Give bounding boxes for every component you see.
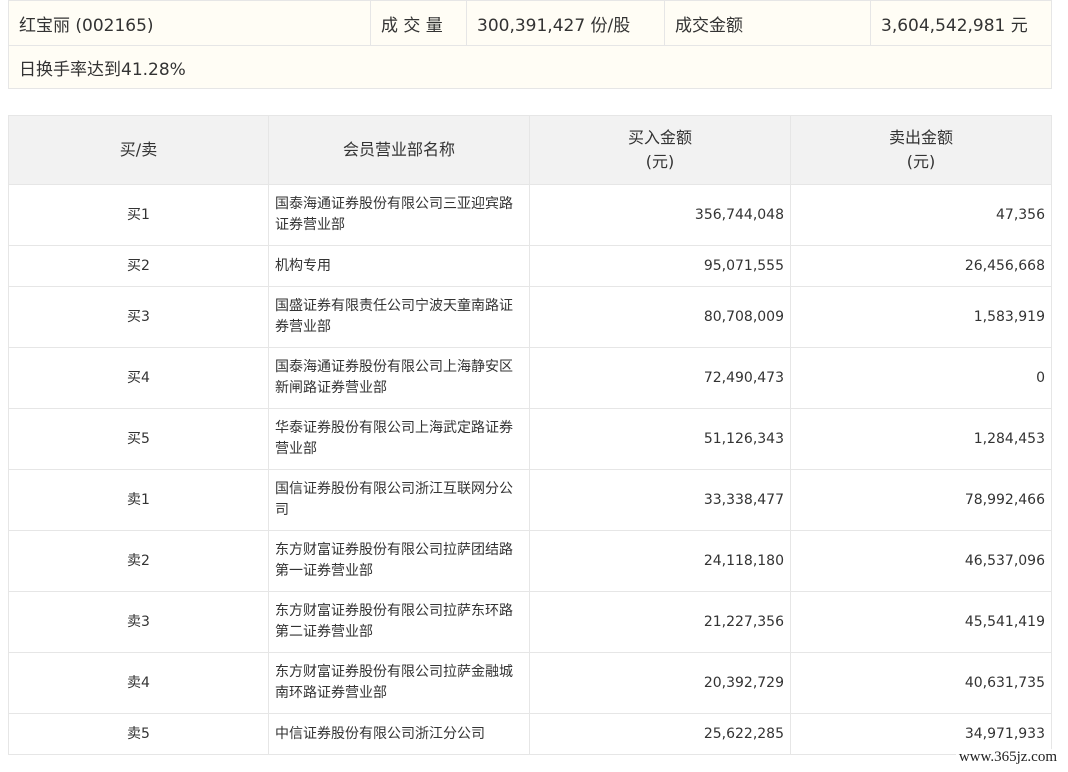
- volume-value: 300,391,427 份/股: [466, 0, 665, 46]
- row-member-name: 中信证券股份有限公司浙江分公司: [268, 713, 530, 755]
- header-buy-unit: (元): [645, 152, 675, 171]
- row-sell-amount: 45,541,419: [790, 591, 1052, 653]
- table-row: 卖4 东方财富证券股份有限公司拉萨金融城南环路证券营业部 20,392,729 …: [8, 652, 1052, 714]
- row-side: 卖5: [8, 713, 269, 755]
- stock-summary-table: 红宝丽 (002165) 成 交 量 300,391,427 份/股 成交金额 …: [8, 0, 1052, 89]
- row-sell-amount: 47,356: [790, 184, 1052, 246]
- row-buy-amount: 356,744,048: [529, 184, 791, 246]
- row-buy-amount: 33,338,477: [529, 469, 791, 531]
- table-row: 买2 机构专用 95,071,555 26,456,668: [8, 245, 1052, 287]
- table-row: 买5 华泰证券股份有限公司上海武定路证券营业部 51,126,343 1,284…: [8, 408, 1052, 470]
- row-buy-amount: 95,071,555: [529, 245, 791, 287]
- site-watermark: www.365jz.com: [955, 749, 1060, 766]
- row-sell-amount: 26,456,668: [790, 245, 1052, 287]
- row-side: 买3: [8, 286, 269, 348]
- row-sell-amount: 0: [790, 347, 1052, 409]
- row-side: 买2: [8, 245, 269, 287]
- row-member-name: 国泰海通证券股份有限公司上海静安区新闸路证券营业部: [268, 347, 530, 409]
- header-buy-amount: 买入金额 (元): [529, 115, 791, 185]
- table-row: 卖2 东方财富证券股份有限公司拉萨团结路第一证券营业部 24,118,180 4…: [8, 530, 1052, 592]
- table-row: 卖1 国信证券股份有限公司浙江互联网分公司 33,338,477 78,992,…: [8, 469, 1052, 531]
- row-buy-amount: 51,126,343: [529, 408, 791, 470]
- row-sell-amount: 46,537,096: [790, 530, 1052, 592]
- amount-label: 成交金额: [664, 0, 871, 46]
- row-buy-amount: 20,392,729: [529, 652, 791, 714]
- row-buy-amount: 21,227,356: [529, 591, 791, 653]
- row-member-name: 东方财富证券股份有限公司拉萨金融城南环路证券营业部: [268, 652, 530, 714]
- amount-value: 3,604,542,981 元: [870, 0, 1052, 46]
- table-row: 卖5 中信证券股份有限公司浙江分公司 25,622,285 34,971,933: [8, 713, 1052, 755]
- row-member-name: 国信证券股份有限公司浙江互联网分公司: [268, 469, 530, 531]
- row-side: 卖2: [8, 530, 269, 592]
- header-sell-amount-label: 卖出金额: [888, 128, 953, 147]
- row-sell-amount: 1,284,453: [790, 408, 1052, 470]
- row-buy-amount: 72,490,473: [529, 347, 791, 409]
- row-side: 买1: [8, 184, 269, 246]
- row-side: 买4: [8, 347, 269, 409]
- row-member-name: 东方财富证券股份有限公司拉萨团结路第一证券营业部: [268, 530, 530, 592]
- table-row: 买4 国泰海通证券股份有限公司上海静安区新闸路证券营业部 72,490,473 …: [8, 347, 1052, 409]
- row-member-name: 东方财富证券股份有限公司拉萨东环路第二证券营业部: [268, 591, 530, 653]
- table-header-row: 买/卖 会员营业部名称 买入金额 (元) 卖出金额 (元): [8, 115, 1052, 185]
- row-member-name: 国泰海通证券股份有限公司三亚迎宾路证券营业部: [268, 184, 530, 246]
- header-sell-unit: (元): [906, 152, 936, 171]
- header-side: 买/卖: [8, 115, 269, 185]
- turnover-note: 日换手率达到41.28%: [8, 45, 1052, 89]
- row-side: 卖3: [8, 591, 269, 653]
- table-row: 买3 国盛证券有限责任公司宁波天童南路证券营业部 80,708,009 1,58…: [8, 286, 1052, 348]
- header-buy-amount-label: 买入金额: [627, 128, 692, 147]
- row-sell-amount: 78,992,466: [790, 469, 1052, 531]
- table-row: 买1 国泰海通证券股份有限公司三亚迎宾路证券营业部 356,744,048 47…: [8, 184, 1052, 246]
- header-member: 会员营业部名称: [268, 115, 530, 185]
- row-buy-amount: 25,622,285: [529, 713, 791, 755]
- row-buy-amount: 80,708,009: [529, 286, 791, 348]
- row-side: 卖1: [8, 469, 269, 531]
- row-sell-amount: 1,583,919: [790, 286, 1052, 348]
- row-sell-amount: 40,631,735: [790, 652, 1052, 714]
- volume-label: 成 交 量: [370, 0, 467, 46]
- header-sell-amount: 卖出金额 (元): [790, 115, 1052, 185]
- row-member-name: 华泰证券股份有限公司上海武定路证券营业部: [268, 408, 530, 470]
- row-side: 卖4: [8, 652, 269, 714]
- trading-detail-table: 买/卖 会员营业部名称 买入金额 (元) 卖出金额 (元) 买1 国泰海通证券股…: [8, 115, 1052, 755]
- row-buy-amount: 24,118,180: [529, 530, 791, 592]
- row-member-name: 机构专用: [268, 245, 530, 287]
- row-member-name: 国盛证券有限责任公司宁波天童南路证券营业部: [268, 286, 530, 348]
- row-side: 买5: [8, 408, 269, 470]
- stock-name: 红宝丽 (002165): [8, 0, 371, 46]
- table-row: 卖3 东方财富证券股份有限公司拉萨东环路第二证券营业部 21,227,356 4…: [8, 591, 1052, 653]
